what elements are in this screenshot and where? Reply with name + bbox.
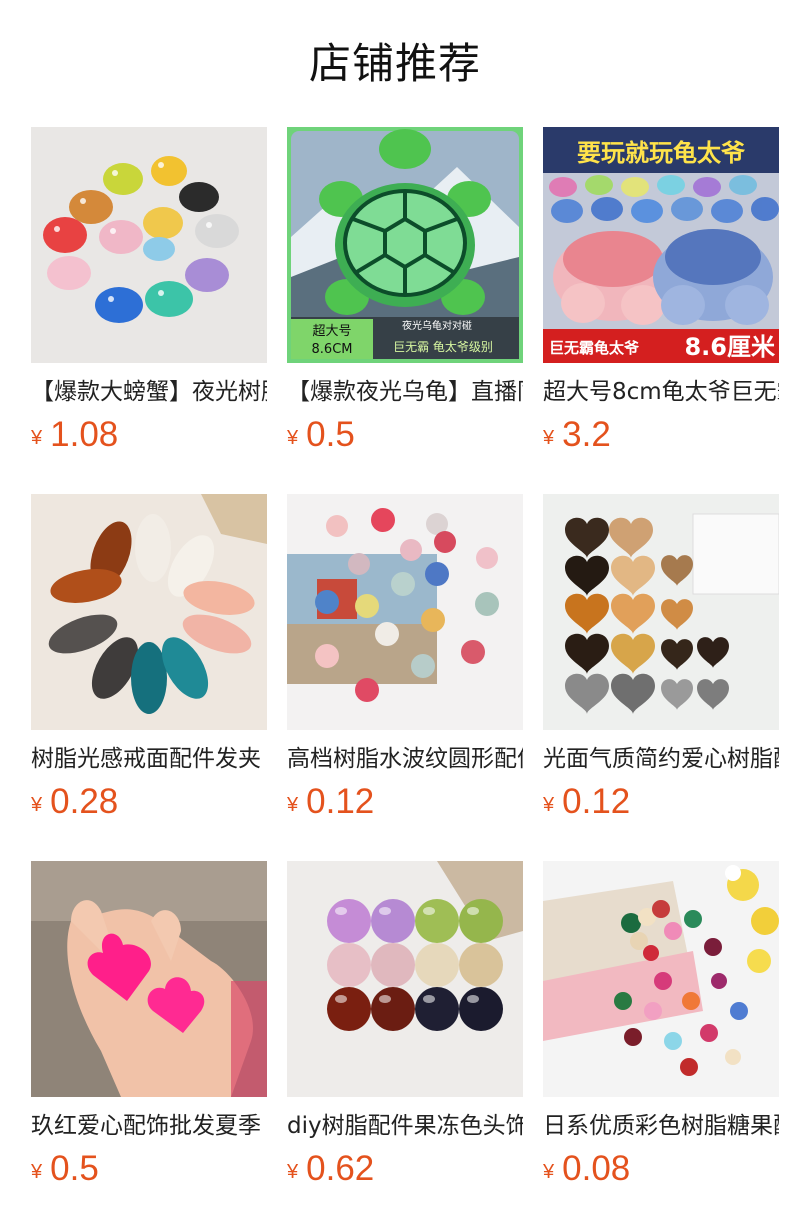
product-name[interactable]: 日系优质彩色树脂糖果配件 — [543, 1109, 779, 1143]
product-price: ¥0.08 — [543, 1147, 630, 1191]
image-top-text: 要玩就玩龟太爷 — [577, 139, 746, 167]
image-bottom-right-text: 8.6厘米 — [684, 333, 775, 361]
image-bottom-left-text: 巨无霸龟太爷 — [549, 339, 640, 357]
product-price: ¥1.08 — [31, 413, 118, 457]
currency-symbol: ¥ — [543, 1161, 555, 1183]
currency-symbol: ¥ — [543, 427, 555, 449]
product-name[interactable]: 超大号8cm龟太爷巨无霸 — [543, 375, 779, 409]
product-price: ¥0.62 — [287, 1147, 374, 1191]
product-name[interactable]: diy树脂配件果冻色头饰 — [287, 1109, 523, 1143]
product-image[interactable] — [287, 494, 523, 730]
currency-symbol: ¥ — [287, 794, 299, 816]
price-value: 0.12 — [562, 782, 631, 821]
product-card[interactable]: 【爆款大螃蟹】夜光树脂配件 ¥1.08 — [31, 127, 267, 467]
price-value: 1.08 — [50, 415, 119, 454]
image-top-text: 夜光乌龟对对碰 — [402, 319, 472, 332]
currency-symbol: ¥ — [31, 427, 43, 449]
product-name[interactable]: 高档树脂水波纹圆形配件 — [287, 742, 523, 776]
product-card[interactable]: 超大号 8.6CM 夜光乌龟对对碰 巨无霸 龟太爷级别 【爆款夜光乌龟】直播同款… — [287, 127, 523, 467]
product-name[interactable]: 树脂光感戒面配件发夹 — [31, 742, 267, 776]
product-image[interactable] — [31, 127, 267, 363]
product-price: ¥0.12 — [287, 780, 374, 824]
product-name[interactable]: 【爆款大螃蟹】夜光树脂配件 — [31, 375, 267, 409]
product-price: ¥3.2 — [543, 413, 611, 457]
product-card[interactable]: 玖红爱心配饰批发夏季 ¥0.5 — [31, 861, 267, 1201]
currency-symbol: ¥ — [287, 427, 299, 449]
price-value: 0.28 — [50, 782, 119, 821]
product-card[interactable]: 日系优质彩色树脂糖果配件 ¥0.08 — [543, 861, 779, 1201]
product-card[interactable]: 高档树脂水波纹圆形配件 ¥0.12 — [287, 494, 523, 834]
product-card[interactable]: 光面气质简约爱心树脂配件 ¥0.12 — [543, 494, 779, 834]
section-title: 店铺推荐 — [308, 39, 481, 88]
price-value: 3.2 — [562, 415, 611, 454]
price-value: 0.5 — [50, 1149, 99, 1188]
product-image[interactable] — [543, 494, 779, 730]
product-image[interactable]: 超大号 8.6CM 夜光乌龟对对碰 巨无霸 龟太爷级别 — [287, 127, 523, 363]
badge-line1: 超大号 — [312, 324, 351, 339]
product-price: ¥0.5 — [287, 413, 355, 457]
product-image[interactable] — [31, 861, 267, 1097]
currency-symbol: ¥ — [31, 794, 43, 816]
price-value: 0.62 — [306, 1149, 375, 1188]
currency-symbol: ¥ — [543, 794, 555, 816]
product-image[interactable] — [31, 494, 267, 730]
product-image[interactable]: 要玩就玩龟太爷 巨无霸龟太爷 8.6厘米 — [543, 127, 779, 363]
product-price: ¥0.28 — [31, 780, 118, 824]
product-card[interactable]: 树脂光感戒面配件发夹 ¥0.28 — [31, 494, 267, 834]
product-name[interactable]: 【爆款夜光乌龟】直播同款 — [287, 375, 523, 409]
currency-symbol: ¥ — [31, 1161, 43, 1183]
currency-symbol: ¥ — [287, 1161, 299, 1183]
product-price: ¥0.5 — [31, 1147, 99, 1191]
product-name[interactable]: 光面气质简约爱心树脂配件 — [543, 742, 779, 776]
image-banner-text: 巨无霸 龟太爷级别 — [393, 339, 493, 354]
badge-line2: 8.6CM — [312, 342, 353, 357]
price-value: 0.12 — [306, 782, 375, 821]
product-card[interactable]: 要玩就玩龟太爷 巨无霸龟太爷 8.6厘米 超大号8cm龟太爷巨无霸 ¥ 3.2 — [543, 127, 779, 467]
product-image[interactable] — [543, 861, 779, 1097]
product-card[interactable]: diy树脂配件果冻色头饰 ¥0.62 — [287, 861, 523, 1201]
product-image[interactable] — [287, 861, 523, 1097]
price-value: 0.5 — [306, 415, 355, 454]
product-price: ¥0.12 — [543, 780, 630, 824]
price-value: 0.08 — [562, 1149, 631, 1188]
product-name[interactable]: 玖红爱心配饰批发夏季 — [31, 1109, 267, 1143]
